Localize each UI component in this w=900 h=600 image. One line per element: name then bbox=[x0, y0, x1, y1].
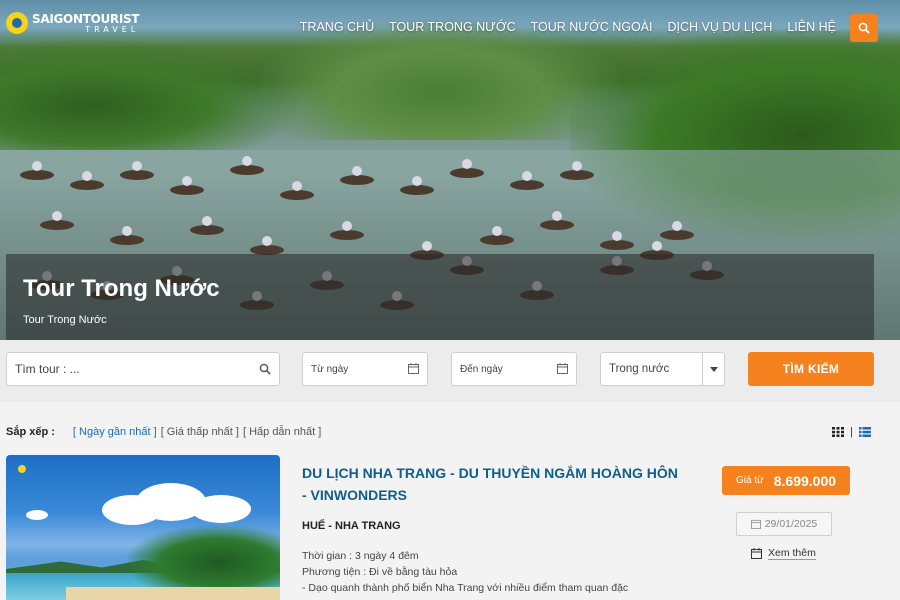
tour-duration: Thời gian : 3 ngày 4 đêm bbox=[302, 550, 419, 562]
price-label: Giá từ bbox=[735, 475, 764, 486]
beach bbox=[66, 587, 280, 600]
departure-date: 29/01/2025 bbox=[736, 512, 832, 536]
boat bbox=[560, 161, 594, 180]
hero-banner: SAIGONTOURIST TRAVEL TRANG CHỦ TOUR TRON… bbox=[0, 0, 900, 340]
price-badge: Giá từ 8.699.000 bbox=[722, 466, 850, 495]
tour-description: - Dạo quanh thành phố biển Nha Trang với… bbox=[302, 582, 629, 594]
brand-sub: TRAVEL bbox=[85, 24, 140, 34]
boat bbox=[340, 166, 374, 185]
view-more-link[interactable]: Xem thêm bbox=[751, 547, 816, 560]
boat bbox=[480, 226, 514, 245]
boat bbox=[330, 221, 364, 240]
nav-search-button[interactable] bbox=[850, 14, 878, 42]
tour-search-placeholder: Tìm tour : ... bbox=[15, 362, 80, 376]
top-nav: SAIGONTOURIST TRAVEL TRANG CHỦ TOUR TRON… bbox=[0, 0, 900, 54]
cloud bbox=[26, 510, 48, 520]
calendar-icon bbox=[751, 548, 762, 559]
logo-icon bbox=[6, 12, 28, 34]
to-date-field[interactable]: Đến ngày bbox=[451, 352, 577, 386]
tour-type-select[interactable]: Trong nước bbox=[600, 352, 725, 386]
sort-bar: Sắp xếp : [ Ngày gần nhất ] [ Giá thấp n… bbox=[6, 426, 321, 438]
list-view-icon[interactable] bbox=[858, 427, 871, 437]
hero-trees bbox=[0, 40, 300, 150]
cloud bbox=[191, 495, 251, 523]
calendar-icon bbox=[750, 519, 761, 529]
menu-item-home[interactable]: TRANG CHỦ bbox=[300, 20, 374, 34]
main-menu: TRANG CHỦ TOUR TRONG NƯỚC TOUR NƯỚC NGOÀ… bbox=[300, 20, 836, 34]
sort-option-most-attractive[interactable]: [ Hấp dẫn nhất ] bbox=[243, 426, 321, 438]
brand-logo[interactable]: SAIGONTOURIST TRAVEL bbox=[6, 11, 140, 34]
menu-item-contact[interactable]: LIÊN HỆ bbox=[787, 20, 836, 34]
chevron-down-icon bbox=[702, 353, 724, 385]
boat bbox=[40, 211, 74, 230]
calendar-icon bbox=[557, 363, 568, 374]
menu-item-international-tours[interactable]: TOUR NƯỚC NGOÀI bbox=[531, 20, 653, 34]
boat bbox=[170, 176, 204, 195]
menu-item-travel-services[interactable]: DỊCH VỤ DU LỊCH bbox=[667, 20, 772, 34]
badge-icon bbox=[18, 465, 26, 473]
view-toggle: | bbox=[832, 426, 871, 438]
tour-route: HUẾ - NHA TRANG bbox=[302, 520, 401, 532]
grid-view-icon[interactable] bbox=[832, 427, 844, 437]
hero-title-band: Tour Trong Nước Tour Trong Nước bbox=[6, 254, 874, 340]
sort-option-lowest-price[interactable]: [ Giá thấp nhất ] bbox=[161, 426, 239, 438]
page-title: Tour Trong Nước bbox=[23, 275, 220, 302]
boat bbox=[660, 221, 694, 240]
brand-name: SAIGONTOURIST bbox=[32, 11, 140, 26]
sort-label: Sắp xếp : bbox=[6, 426, 55, 438]
boat bbox=[20, 161, 54, 180]
to-date-placeholder: Đến ngày bbox=[460, 363, 503, 375]
view-separator: | bbox=[850, 426, 853, 438]
sort-option-nearest-date[interactable]: [ Ngày gần nhất ] bbox=[73, 426, 157, 438]
boat bbox=[120, 161, 154, 180]
price-value: 8.699.000 bbox=[773, 472, 837, 489]
from-date-placeholder: Từ ngày bbox=[311, 363, 349, 375]
search-icon bbox=[259, 363, 271, 375]
boat bbox=[70, 171, 104, 190]
menu-item-domestic-tours[interactable]: TOUR TRONG NƯỚC bbox=[389, 20, 516, 34]
search-button[interactable]: TÌM KIẾM bbox=[748, 352, 874, 386]
tour-info: Thời gian : 3 ngày 4 đêm Phương tiện : Đ… bbox=[302, 548, 628, 596]
from-date-field[interactable]: Từ ngày bbox=[302, 352, 428, 386]
search-bar: Tìm tour : ... Từ ngày Đến ngày Trong nư… bbox=[0, 340, 900, 402]
boat bbox=[450, 159, 484, 178]
boat bbox=[280, 181, 314, 200]
boat bbox=[110, 226, 144, 245]
view-more-label: Xem thêm bbox=[768, 547, 816, 560]
calendar-icon bbox=[408, 363, 419, 374]
tour-card: DU LỊCH NHA TRANG - DU THUYỀN NGẮM HOÀNG… bbox=[6, 455, 885, 600]
tour-transport: Phương tiện : Đi về bằng tàu hỏa bbox=[302, 566, 458, 578]
boat bbox=[230, 156, 264, 175]
tour-image[interactable] bbox=[6, 455, 280, 600]
departure-date-value: 29/01/2025 bbox=[764, 518, 818, 530]
boat bbox=[400, 176, 434, 195]
search-icon bbox=[858, 22, 870, 34]
tour-search-input[interactable]: Tìm tour : ... bbox=[6, 352, 280, 386]
boat bbox=[190, 216, 224, 235]
tour-type-value: Trong nước bbox=[609, 363, 670, 375]
boat bbox=[510, 171, 544, 190]
boat bbox=[540, 211, 574, 230]
boat bbox=[600, 231, 634, 250]
tour-title[interactable]: DU LỊCH NHA TRANG - DU THUYỀN NGẮM HOÀNG… bbox=[302, 462, 682, 506]
breadcrumb[interactable]: Tour Trong Nước bbox=[23, 314, 107, 326]
